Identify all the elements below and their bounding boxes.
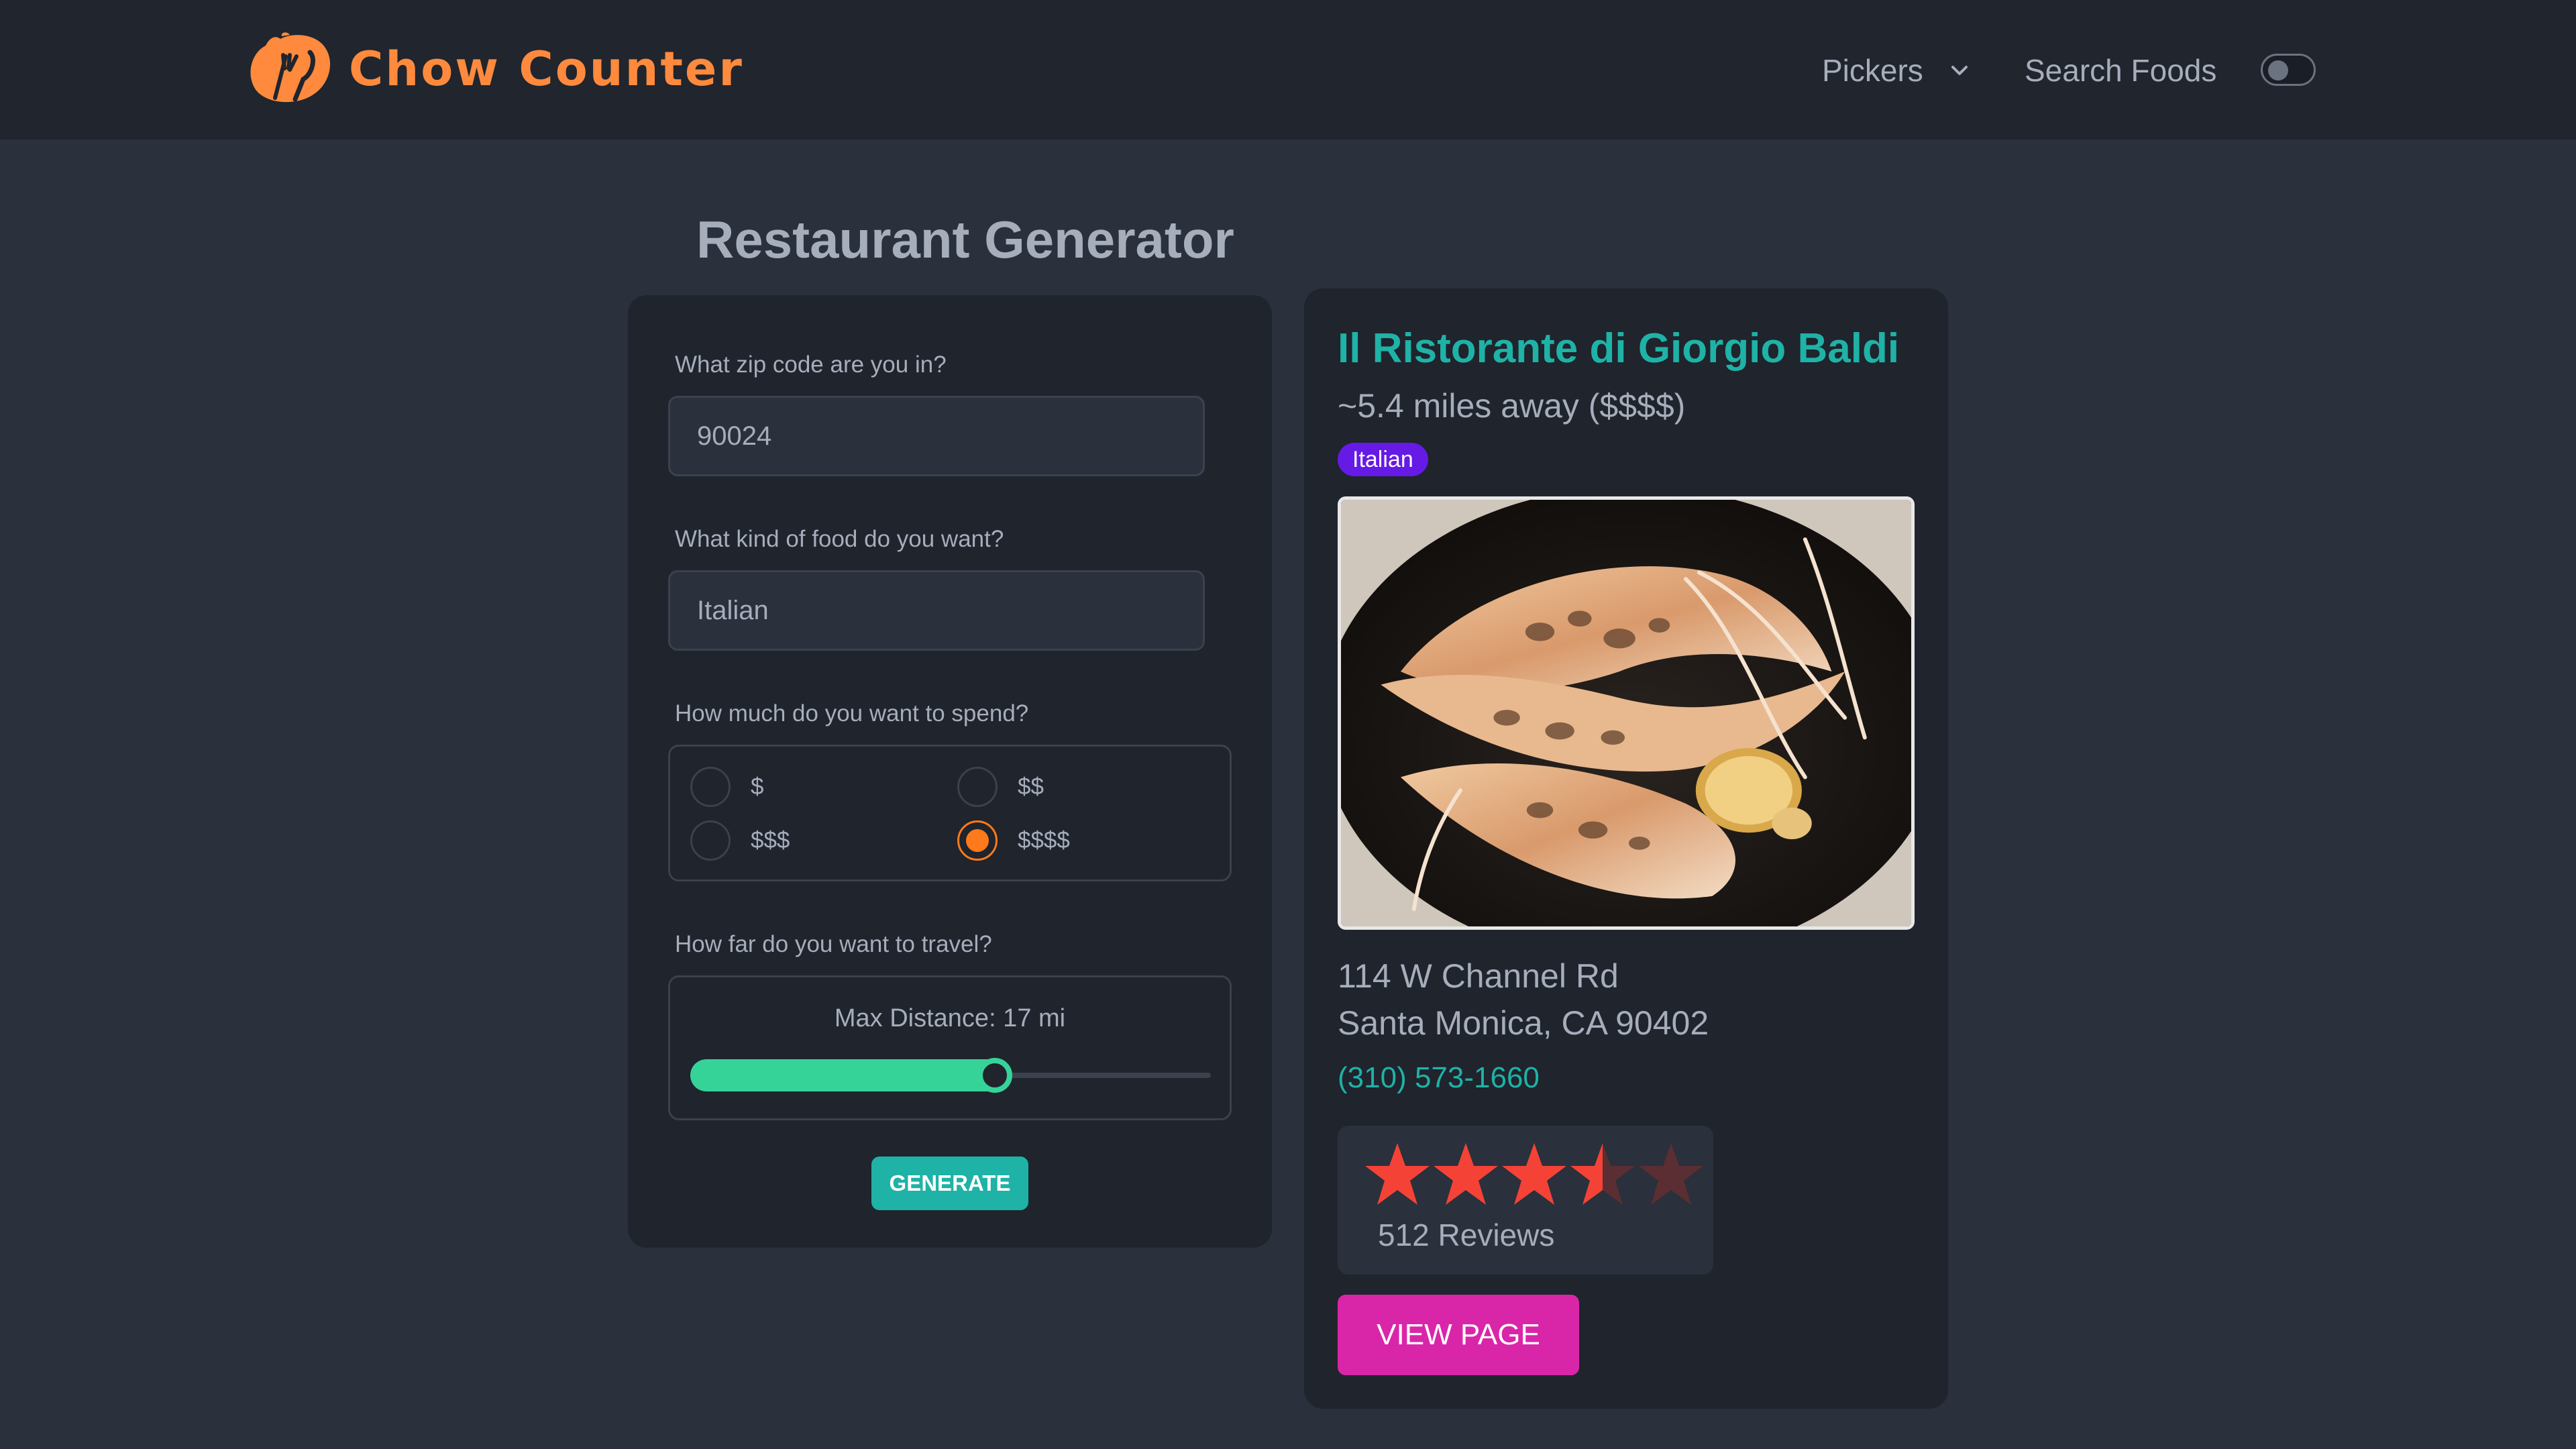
price-option-label: $$$ <box>751 827 790 853</box>
search-foods-link[interactable]: Search Foods <box>2025 52 2216 89</box>
price-option-3[interactable]: $$$ <box>690 820 790 861</box>
generator-form: What zip code are you in? What kind of f… <box>628 295 1272 1248</box>
restaurant-result-card: Il Ristorante di Giorgio Baldi ~5.4 mile… <box>1304 288 1948 1409</box>
price-option-label: $ <box>751 773 764 800</box>
toggle-knob <box>2268 60 2288 80</box>
food-label: What kind of food do you want? <box>675 526 1004 552</box>
brand-name: Chow Counter <box>349 42 744 97</box>
zip-input[interactable] <box>668 396 1205 476</box>
radio-button-selected[interactable] <box>957 820 998 861</box>
star-icon <box>1365 1143 1430 1205</box>
slider-fill <box>690 1059 1008 1091</box>
restaurant-name: Il Ristorante di Giorgio Baldi <box>1338 325 1900 372</box>
langoustine-photo-image <box>1341 500 1911 926</box>
navbar: Chow Counter Pickers Search Foods <box>0 0 2576 140</box>
star-icon <box>1502 1143 1566 1205</box>
address-line-2: Santa Monica, CA 90402 <box>1338 1004 1709 1042</box>
slider-thumb[interactable] <box>977 1058 1012 1093</box>
star-icon <box>1570 1143 1635 1205</box>
price-options: $ $$ $$$ $$$$ <box>668 745 1232 881</box>
star-rating <box>1363 1140 1705 1208</box>
star-icon <box>1639 1143 1703 1205</box>
zip-label: What zip code are you in? <box>675 352 947 378</box>
page-title: Restaurant Generator <box>696 210 1234 269</box>
distance-slider[interactable] <box>690 1058 1211 1093</box>
distance-control: Max Distance: 17 mi <box>668 975 1232 1120</box>
food-input[interactable] <box>668 570 1205 651</box>
review-count: 512 Reviews <box>1378 1218 1555 1252</box>
phone-link[interactable]: (310) 573-1660 <box>1338 1061 1540 1095</box>
price-option-label: $$$$ <box>1018 827 1070 853</box>
distance-price-text: ~5.4 miles away ($$$$) <box>1338 387 1686 425</box>
distance-label: How far do you want to travel? <box>675 931 992 957</box>
pickers-menu[interactable]: Pickers <box>1822 52 1973 89</box>
restaurant-photo <box>1338 496 1915 930</box>
price-option-4[interactable]: $$$$ <box>957 820 1070 861</box>
radio-button[interactable] <box>957 767 998 807</box>
radio-button[interactable] <box>690 767 731 807</box>
view-page-button[interactable]: VIEW PAGE <box>1338 1295 1579 1375</box>
price-option-2[interactable]: $$ <box>957 767 1044 807</box>
cuisine-badge: Italian <box>1338 443 1428 476</box>
generate-button[interactable]: GENERATE <box>871 1157 1028 1210</box>
radio-button[interactable] <box>690 820 731 861</box>
fork-knife-icon <box>250 32 331 103</box>
brand-logo[interactable]: Chow Counter <box>246 32 744 106</box>
price-option-1[interactable]: $ <box>690 767 763 807</box>
price-label: How much do you want to spend? <box>675 700 1029 727</box>
chevron-down-icon <box>1951 66 1968 75</box>
star-icon <box>1434 1143 1498 1205</box>
address-line-1: 114 W Channel Rd <box>1338 957 1619 995</box>
rating-box: 512 Reviews <box>1338 1126 1713 1275</box>
max-distance-text: Max Distance: 17 mi <box>834 1004 1066 1032</box>
price-option-label: $$ <box>1018 773 1044 800</box>
theme-toggle[interactable] <box>2261 54 2316 86</box>
pickers-label: Pickers <box>1822 53 1923 88</box>
